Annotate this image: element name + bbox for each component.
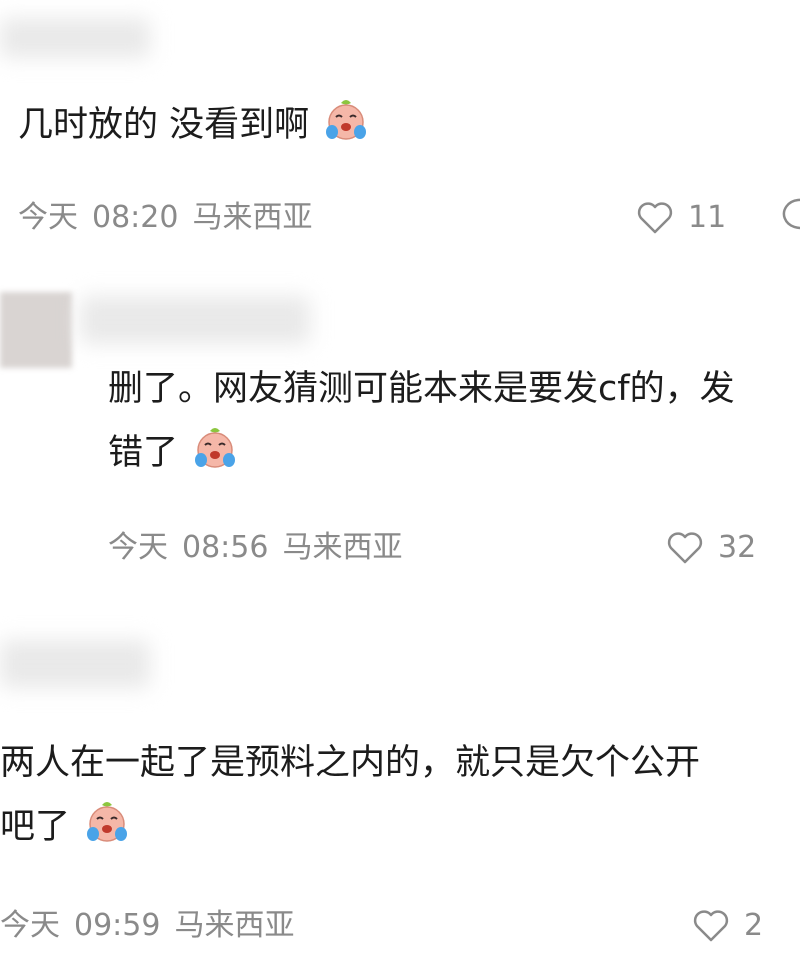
comment-meta: 今天 08:56 马来西亚 xyxy=(108,528,402,568)
comment-meta: 今天 09:59 马来西亚 xyxy=(0,906,294,946)
heart-icon xyxy=(667,532,703,564)
comment-location: 马来西亚 xyxy=(282,530,403,565)
comment-list: 几时放的 没看到啊 今天 08:20 马来西亚 11 删了。网友猜测可能本来是要… xyxy=(0,0,800,962)
blurred-username xyxy=(0,18,150,58)
comment-time: 08:56 xyxy=(182,530,269,565)
comment-body: 几时放的 没看到啊 xyxy=(18,105,310,145)
comment-time: 08:20 xyxy=(92,200,179,235)
comment-body: 错了 xyxy=(108,433,179,473)
comment-date: 今天 xyxy=(18,200,78,235)
like-count: 2 xyxy=(744,908,764,943)
comment-text-line-1: 两人在一起了是预料之内的，就只是欠个公开 xyxy=(0,743,701,783)
heart-icon xyxy=(693,910,729,942)
comment-text-line-2: 吧了 xyxy=(0,800,131,858)
comment-location: 马来西亚 xyxy=(174,908,295,943)
like-count: 32 xyxy=(718,530,757,565)
comment-date: 今天 xyxy=(0,908,60,943)
crying-face-icon xyxy=(322,98,370,156)
blurred-avatar xyxy=(0,292,72,368)
like-button[interactable]: 32 xyxy=(666,528,756,568)
comment-text-line-1: 删了。网友猜测可能本来是要发cf的，发 xyxy=(108,369,735,409)
like-button[interactable]: 11 xyxy=(636,198,726,238)
comment-time: 09:59 xyxy=(74,908,161,943)
comment-location: 马来西亚 xyxy=(192,200,313,235)
comment-text: 几时放的 没看到啊 xyxy=(18,98,370,156)
heart-icon xyxy=(637,202,673,234)
like-count: 11 xyxy=(688,200,727,235)
comment-meta: 今天 08:20 马来西亚 xyxy=(18,198,312,238)
comment-text-line-2: 错了 xyxy=(108,426,239,484)
reply-icon[interactable] xyxy=(778,196,800,240)
comment-body: 吧了 xyxy=(0,807,71,847)
blurred-username xyxy=(0,640,150,688)
blurred-username xyxy=(80,296,310,344)
like-button[interactable]: 2 xyxy=(692,906,763,946)
comment-date: 今天 xyxy=(108,530,168,565)
crying-face-icon xyxy=(191,426,239,484)
crying-face-icon xyxy=(83,800,131,858)
